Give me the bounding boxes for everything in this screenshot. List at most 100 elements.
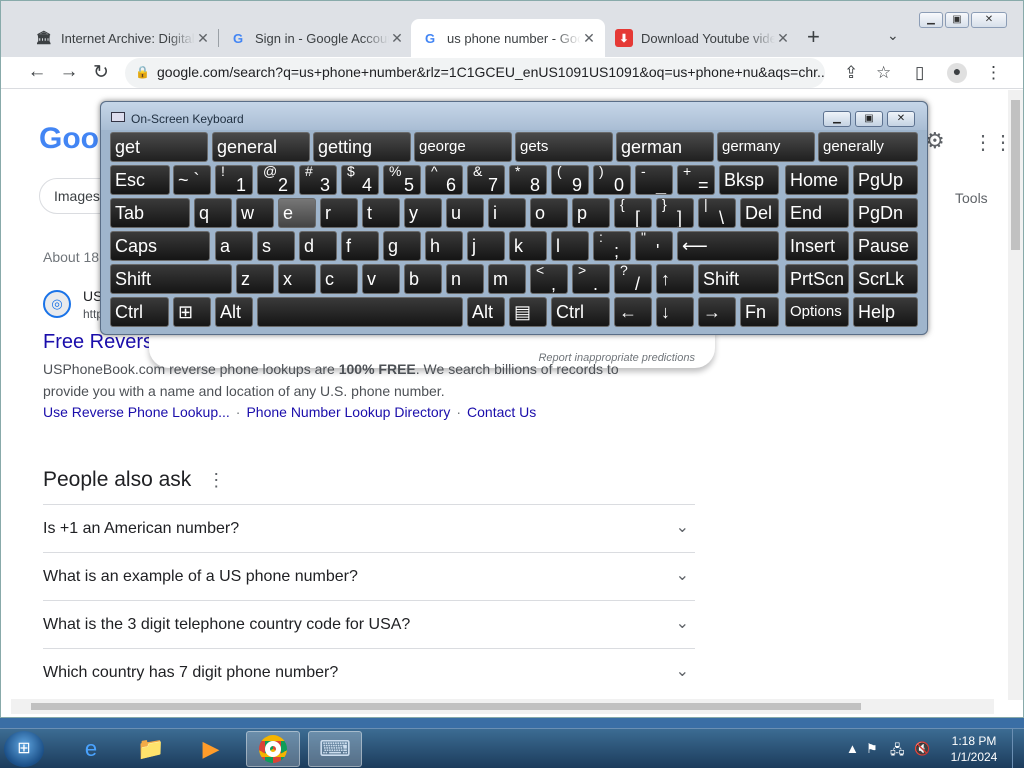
- show-desktop-button[interactable]: [1012, 729, 1024, 768]
- close-icon[interactable]: ✕: [581, 30, 597, 47]
- equals-key[interactable]: + =: [677, 165, 715, 195]
- right-arrow-key[interactable]: →: [698, 297, 736, 327]
- key-f[interactable]: f: [341, 231, 379, 261]
- backslash-key[interactable]: | \: [698, 198, 736, 228]
- prediction-key[interactable]: german: [616, 132, 714, 162]
- close-icon[interactable]: ✕: [389, 30, 405, 47]
- key-g[interactable]: g: [383, 231, 421, 261]
- key-p[interactable]: p: [572, 198, 610, 228]
- key-n[interactable]: n: [446, 264, 484, 294]
- prediction-key[interactable]: general: [212, 132, 310, 162]
- close-icon[interactable]: ✕: [775, 30, 791, 47]
- vertical-scrollbar[interactable]: [1008, 90, 1023, 700]
- comma-key[interactable]: <,: [530, 264, 568, 294]
- slash-key[interactable]: ? /: [614, 264, 652, 294]
- key-y[interactable]: y: [404, 198, 442, 228]
- semicolon-key[interactable]: :;: [593, 231, 631, 261]
- quote-key[interactable]: " ': [635, 231, 673, 261]
- key-d[interactable]: d: [299, 231, 337, 261]
- key-e[interactable]: e: [278, 198, 316, 228]
- paa-question[interactable]: Is +1 an American number? ⌄: [43, 504, 695, 552]
- tab-download-youtube[interactable]: ⬇ Download Youtube vide ✕: [605, 19, 799, 57]
- chevron-down-icon[interactable]: ⌄: [887, 27, 899, 44]
- new-tab-button[interactable]: +: [807, 26, 820, 48]
- osk-maximize-button[interactable]: ▣: [855, 111, 883, 127]
- key-i[interactable]: i: [488, 198, 526, 228]
- space-key[interactable]: [257, 297, 463, 327]
- key-k[interactable]: k: [509, 231, 547, 261]
- prediction-key[interactable]: getting: [313, 132, 411, 162]
- media-player-icon[interactable]: ▶: [184, 731, 238, 767]
- key-9[interactable]: (9: [551, 165, 589, 195]
- prediction-key[interactable]: germany: [717, 132, 815, 162]
- context-menu-key[interactable]: ▤: [509, 297, 547, 327]
- pause-key[interactable]: Pause: [853, 231, 918, 261]
- paa-question[interactable]: Which country has 7 digit phone number? ⌄: [43, 648, 695, 696]
- key-6[interactable]: ^ 6: [425, 165, 463, 195]
- bookmark-star-icon[interactable]: ☆: [876, 63, 891, 83]
- right-shift-key[interactable]: Shift: [698, 264, 779, 294]
- caps-key[interactable]: Caps: [110, 231, 210, 261]
- key-u[interactable]: u: [446, 198, 484, 228]
- maximize-button[interactable]: ▣: [945, 12, 969, 28]
- network-icon[interactable]: 🖧: [890, 741, 905, 763]
- tab-google-signin[interactable]: G Sign in - Google Accoun ✕: [219, 19, 413, 57]
- reload-button[interactable]: ↻: [89, 61, 113, 84]
- right-alt-key[interactable]: Alt: [467, 297, 505, 327]
- fn-key[interactable]: Fn: [740, 297, 779, 327]
- volume-muted-icon[interactable]: 🔇: [914, 741, 930, 757]
- home-key[interactable]: Home: [785, 165, 849, 195]
- google-doodle-logo[interactable]: Goo: [39, 122, 99, 156]
- delete-key[interactable]: Del: [740, 198, 779, 228]
- down-arrow-key[interactable]: ↓: [656, 297, 694, 327]
- prediction-key[interactable]: generally: [818, 132, 918, 162]
- esc-key[interactable]: Esc: [110, 165, 170, 195]
- tools-button[interactable]: Tools: [955, 190, 988, 206]
- close-window-button[interactable]: ✕: [971, 12, 1007, 28]
- left-ctrl-key[interactable]: Ctrl: [110, 297, 169, 327]
- internet-explorer-icon[interactable]: e: [64, 731, 118, 767]
- scrlk-key[interactable]: ScrLk: [853, 264, 918, 294]
- key-w[interactable]: w: [236, 198, 274, 228]
- clock[interactable]: 1:18 PM 1/1/2024: [944, 733, 1004, 765]
- back-button[interactable]: ←: [25, 61, 49, 83]
- key-m[interactable]: m: [488, 264, 526, 294]
- osk-title-bar[interactable]: On-Screen Keyboard ▁ ▣ ✕: [101, 102, 927, 130]
- key-3[interactable]: #3: [299, 165, 337, 195]
- forward-button[interactable]: →: [57, 61, 81, 83]
- prediction-key[interactable]: gets: [515, 132, 613, 162]
- tilde-key[interactable]: ~ `: [173, 165, 211, 195]
- key-t[interactable]: t: [362, 198, 400, 228]
- sitelink-contact[interactable]: Contact Us: [467, 404, 536, 420]
- chrome-icon[interactable]: [246, 731, 300, 767]
- key-0[interactable]: ) 0: [593, 165, 631, 195]
- pgdn-key[interactable]: PgDn: [853, 198, 918, 228]
- prediction-key[interactable]: get: [110, 132, 208, 162]
- key-x[interactable]: x: [278, 264, 316, 294]
- enter-key[interactable]: ⟵: [677, 231, 779, 261]
- minus-key[interactable]: - _: [635, 165, 673, 195]
- key-q[interactable]: q: [194, 198, 232, 228]
- key-b[interactable]: b: [404, 264, 442, 294]
- key-2[interactable]: @2: [257, 165, 295, 195]
- end-key[interactable]: End: [785, 198, 849, 228]
- key-4[interactable]: $4: [341, 165, 379, 195]
- key-8[interactable]: * 8: [509, 165, 547, 195]
- left-shift-key[interactable]: Shift: [110, 264, 232, 294]
- action-center-icon[interactable]: ⚑: [866, 741, 878, 757]
- period-key[interactable]: >.: [572, 264, 610, 294]
- share-icon[interactable]: ⇪: [844, 63, 858, 83]
- key-v[interactable]: v: [362, 264, 400, 294]
- close-icon[interactable]: ✕: [195, 30, 211, 47]
- osk-close-button[interactable]: ✕: [887, 111, 915, 127]
- side-panel-icon[interactable]: ▯: [915, 63, 924, 83]
- key-1[interactable]: ! 1: [215, 165, 253, 195]
- bracket-left-key[interactable]: {[: [614, 198, 652, 228]
- paa-question[interactable]: What is the 3 digit telephone country co…: [43, 600, 695, 648]
- key-c[interactable]: c: [320, 264, 358, 294]
- bracket-right-key[interactable]: }]: [656, 198, 694, 228]
- key-h[interactable]: h: [425, 231, 463, 261]
- left-alt-key[interactable]: Alt: [215, 297, 253, 327]
- horizontal-scrollbar[interactable]: [11, 699, 994, 714]
- key-j[interactable]: j: [467, 231, 505, 261]
